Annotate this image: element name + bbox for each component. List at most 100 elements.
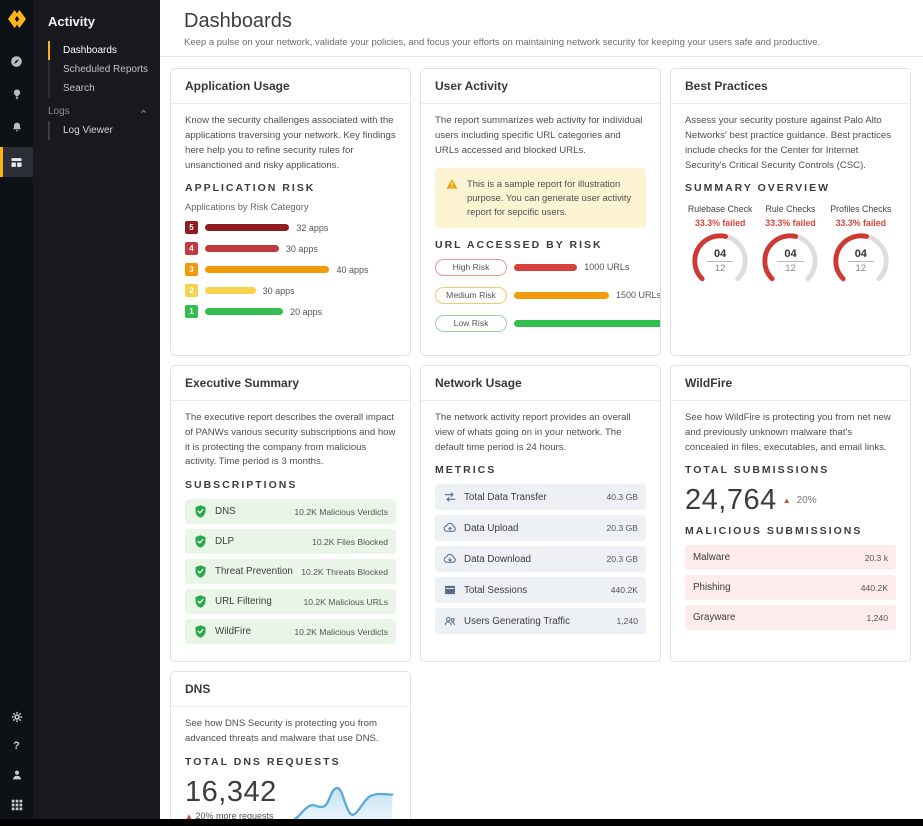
malicious-value: 1,240 (866, 613, 888, 623)
subscription-name: DLP (215, 536, 234, 547)
subscription-row: URL Filtering 10.2K Malicious URLs (185, 589, 396, 614)
metric-value: 1,240 (616, 616, 638, 626)
card-description: The executive report describes the overa… (185, 411, 396, 470)
logs-section-label: Logs (48, 106, 70, 117)
summary-gauges: Rulebase Check 33.3% failed 04 12 (685, 204, 896, 292)
section-heading: SUBSCRIPTIONS (185, 479, 396, 491)
users-icon (443, 614, 457, 628)
risk-bar (205, 245, 279, 252)
main-content: Dashboards Keep a pulse on your network,… (160, 0, 923, 826)
card-title: Application Usage (185, 79, 396, 93)
card-best-practices[interactable]: Best Practices Assess your security post… (670, 68, 911, 356)
sidebar-section-logs[interactable]: Logs (33, 98, 160, 121)
metric-value: 20.3 GB (606, 523, 638, 533)
card-title: WildFire (685, 376, 896, 390)
risk-bar-label: 40 apps (336, 265, 368, 275)
subscription-name: WildFire (215, 626, 251, 637)
subscription-row: WildFire 10.2K Malicious Verdicts (185, 619, 396, 644)
gauge-label: Profiles Checks (826, 204, 896, 214)
malicious-name: Malware (693, 552, 730, 563)
risk-bar (205, 287, 256, 294)
shield-check-icon (193, 534, 208, 549)
metric-name: Data Download (464, 554, 531, 565)
metric-value: 20.3 GB (606, 554, 638, 564)
url-bar (514, 320, 661, 327)
gauge-denominator: 12 (856, 262, 867, 274)
risk-badge: 2 (185, 284, 198, 297)
gauge-numerator: 04 (848, 248, 874, 262)
url-risk-row: Low Risk 2500 URLs (435, 315, 646, 332)
gauge-failed-pct: 33.3% failed (755, 218, 825, 228)
sample-report-warning: This is a sample report for illustration… (435, 168, 646, 228)
card-application-usage[interactable]: Application Usage Know the security chal… (170, 68, 411, 356)
gauge-numerator: 04 (707, 248, 733, 262)
bell-icon[interactable] (0, 114, 33, 140)
card-title: DNS (185, 682, 396, 696)
gear-icon[interactable] (10, 710, 24, 724)
malicious-submission-row: Phishing 440.2K (685, 575, 896, 600)
card-description: See how WildFire is protecting you from … (685, 411, 896, 456)
card-description: The network activity report provides an … (435, 411, 646, 456)
shield-check-icon (193, 564, 208, 579)
panel-title: Activity (33, 12, 160, 41)
section-heading: TOTAL SUBMISSIONS (685, 464, 896, 476)
bottom-bar (0, 819, 923, 826)
metric-row: Data Download 20.3 GB (435, 546, 646, 572)
app-risk-row: 2 30 apps (185, 284, 396, 297)
app-shell: ? Activity Dashboards Scheduled Reports … (0, 0, 923, 826)
sidebar-item-scheduled-reports[interactable]: Scheduled Reports (48, 60, 160, 79)
card-network-usage[interactable]: Network Usage The network activity repor… (420, 365, 661, 662)
risk-badge: 1 (185, 305, 198, 318)
sessions-icon (443, 583, 457, 597)
card-user-activity[interactable]: User Activity The report summarizes web … (420, 68, 661, 356)
sidebar-item-dashboards[interactable]: Dashboards (48, 41, 160, 60)
dashboards-icon[interactable] (0, 147, 33, 177)
total-submissions-delta: 20% (797, 495, 817, 506)
gauge-rulebase-check: Rulebase Check 33.3% failed 04 12 (685, 204, 755, 292)
card-dns[interactable]: DNS See how DNS Security is protecting y… (170, 671, 411, 826)
lightbulb-icon[interactable] (0, 81, 33, 107)
subscription-name: Threat Prevention (215, 566, 293, 577)
card-header: WildFire (671, 366, 910, 401)
sidebar-item-log-viewer[interactable]: Log Viewer (48, 121, 160, 140)
risk-bar-label: 20 apps (290, 307, 322, 317)
card-body: Assess your security posture against Pal… (671, 104, 910, 304)
gauge-label: Rulebase Check (685, 204, 755, 214)
metric-name: Total Data Transfer (464, 492, 547, 503)
card-description: See how DNS Security is protecting you f… (185, 717, 396, 747)
page-title: Dashboards (184, 10, 899, 33)
user-icon[interactable] (10, 768, 24, 782)
card-wildfire[interactable]: WildFire See how WildFire is protecting … (670, 365, 911, 662)
subscription-row: DNS 10.2K Malicious Verdicts (185, 499, 396, 524)
risk-pill: Medium Risk (435, 287, 507, 304)
card-description: The report summarizes web activity for i… (435, 114, 646, 159)
gauge-failed-pct: 33.3% failed (826, 218, 896, 228)
shield-check-icon (193, 504, 208, 519)
gauge-denominator: 12 (715, 262, 726, 274)
gauge-denominator: 12 (785, 262, 796, 274)
compass-icon[interactable] (0, 48, 33, 74)
section-heading: TOTAL DNS REQUESTS (185, 756, 396, 768)
metric-row: Total Data Transfer 40.3 GB (435, 484, 646, 510)
card-title: Executive Summary (185, 376, 396, 390)
palo-alto-logo-icon[interactable] (4, 6, 30, 32)
help-icon[interactable]: ? (13, 740, 20, 752)
shield-check-icon (193, 594, 208, 609)
page-header: Dashboards Keep a pulse on your network,… (160, 0, 923, 56)
card-header: Application Usage (171, 69, 410, 104)
card-executive-summary[interactable]: Executive Summary The executive report d… (170, 365, 411, 662)
gauge-rule-checks: Rule Checks 33.3% failed 04 12 (755, 204, 825, 292)
icon-rail: ? (0, 0, 33, 826)
card-title: User Activity (435, 79, 646, 93)
chart-label: Applications by Risk Category (185, 202, 396, 212)
card-body: The network activity report provides an … (421, 401, 660, 652)
gauge-numerator: 04 (777, 248, 803, 262)
app-risk-row: 4 30 apps (185, 242, 396, 255)
delta-up-icon: ▲ (783, 496, 791, 505)
card-body: See how WildFire is protecting you from … (671, 401, 910, 648)
apps-grid-icon[interactable] (10, 798, 24, 812)
sidebar-item-search[interactable]: Search (48, 79, 160, 98)
malicious-name: Grayware (693, 612, 735, 623)
warning-icon (445, 177, 459, 219)
metric-value: 440.2K (611, 585, 638, 595)
